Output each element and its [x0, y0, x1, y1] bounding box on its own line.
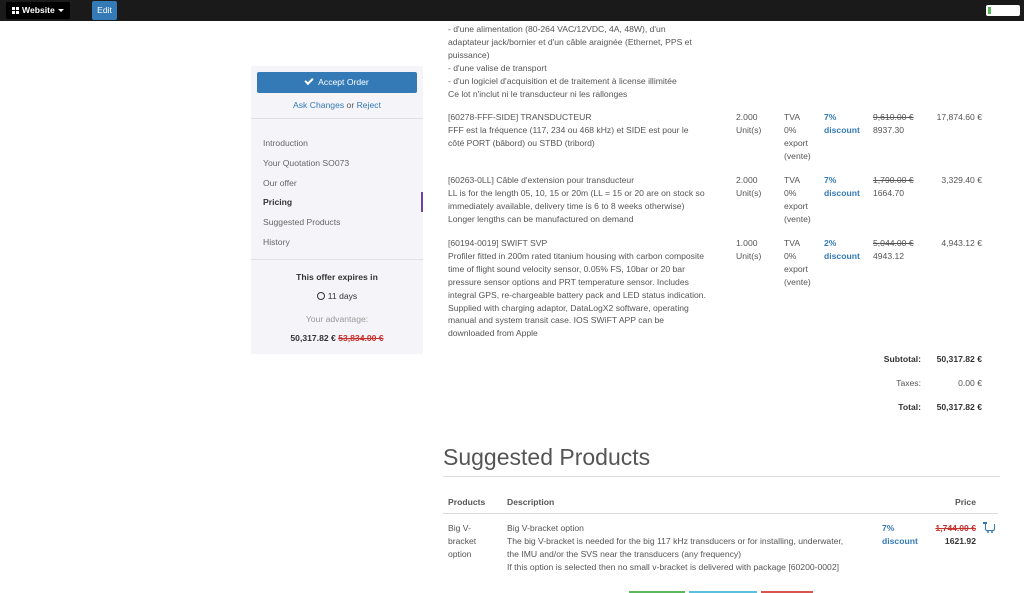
subtotal-value: 50,317.82 €	[936, 354, 982, 364]
quote-sidebar: Accept Order Ask Changes or Reject Intro…	[251, 66, 423, 354]
top-navbar: Website Edit	[0, 0, 1024, 21]
line-tax: TVA 0% export (vente)	[784, 112, 811, 161]
sidebar-divider	[251, 118, 423, 119]
col-products-header: Products	[448, 497, 486, 507]
total-value: 50,317.82 €	[936, 402, 982, 412]
status-toggle[interactable]	[986, 5, 1020, 16]
check-icon	[304, 75, 314, 86]
total-label: Total:	[898, 402, 921, 412]
add-to-cart-icon[interactable]	[983, 522, 995, 533]
line-description: - d'une alimentation (80-264 VAC/12VDC, …	[448, 24, 692, 99]
edit-button[interactable]: Edit	[92, 1, 117, 20]
reject-link[interactable]: Reject	[357, 100, 381, 110]
taxes-label: Taxes:	[896, 378, 921, 388]
ask-changes-line: Ask Changes or Reject	[293, 100, 381, 110]
line-unit-price: 1,790.00 €1664.70	[873, 175, 914, 198]
sidebar-item-history[interactable]: History	[263, 237, 290, 247]
active-nav-indicator	[421, 192, 423, 212]
sidebar-item-offer[interactable]: Our offer	[263, 178, 297, 188]
suggested-product-discount: 7% discount	[882, 523, 918, 546]
line-quantity: 2.000 Unit(s)	[736, 175, 762, 198]
line-description: [60278-FFF-SIDE] TRANSDUCTEUR FFF est la…	[448, 112, 689, 148]
suggested-product-description: Big V-bracket option The big V-bracket i…	[507, 523, 844, 572]
line-total: 3,329.40 €	[941, 175, 982, 185]
line-description: [60194-0019] SWIFT SVP Profiler fitted i…	[448, 238, 706, 339]
line-quantity: 1.000 Unit(s)	[736, 238, 762, 261]
col-description-header: Description	[507, 497, 555, 507]
suggested-product-price: 1,744.00 € 1621.92	[935, 523, 976, 546]
line-unit-price: 5,044.00 €4943.12	[873, 238, 914, 261]
taxes-value: 0.00 €	[958, 378, 982, 388]
sidebar-item-introduction[interactable]: Introduction	[263, 138, 308, 148]
accept-order-button[interactable]: Accept Order	[257, 72, 417, 93]
sidebar-divider	[251, 259, 423, 260]
apps-grid-icon	[12, 7, 19, 14]
section-divider	[443, 476, 1000, 477]
col-price-header: Price	[954, 497, 976, 507]
subtotal-label: Subtotal:	[883, 354, 921, 364]
sidebar-item-pricing[interactable]: Pricing	[263, 197, 292, 207]
line-tax: TVA 0% export (vente)	[784, 238, 811, 287]
line-description: [60263-0LL] Câble d'extension pour trans…	[448, 175, 705, 224]
line-discount: 2% discount	[824, 238, 860, 261]
line-discount: 7% discount	[824, 175, 860, 198]
sidebar-item-suggested-products[interactable]: Suggested Products	[263, 217, 340, 227]
line-tax: TVA 0% export (vente)	[784, 175, 811, 224]
line-total: 17,874.60 €	[936, 112, 982, 122]
clock-icon	[316, 292, 325, 300]
caret-down-icon	[57, 9, 64, 12]
expires-value: 11 days	[251, 291, 423, 301]
suggested-products-title: Suggested Products	[443, 444, 651, 470]
advantage-value: 50,317.82 € 53,834.00 €	[290, 333, 384, 343]
website-menu-button[interactable]: Website	[6, 2, 70, 19]
line-total: 4,943.12 €	[941, 238, 982, 248]
expires-label: This offer expires in	[296, 272, 378, 282]
sidebar-item-quotation[interactable]: Your Quotation SO073	[263, 158, 349, 168]
suggested-product-name[interactable]: Big V- bracket option	[448, 522, 488, 561]
advantage-label: Your advantage:	[305, 314, 369, 324]
line-discount: 7% discount	[824, 112, 860, 135]
line-unit-price: 9,610.00 €8937.30	[873, 112, 914, 135]
ask-changes-link[interactable]: Ask Changes	[293, 100, 344, 110]
table-header-divider	[443, 513, 998, 514]
line-quantity: 2.000 Unit(s)	[736, 112, 762, 135]
